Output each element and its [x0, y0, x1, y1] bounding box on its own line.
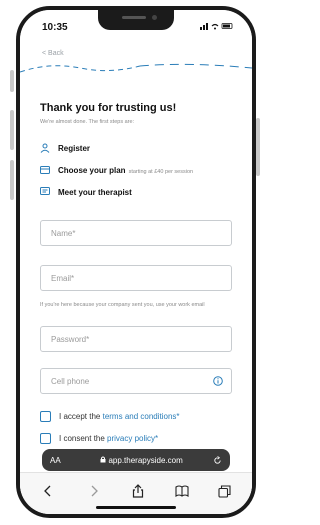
reader-text-button[interactable]: AA — [50, 456, 70, 465]
password-placeholder: Password* — [51, 334, 90, 344]
step-label: Register — [58, 143, 91, 153]
phone-volume-up — [10, 110, 14, 150]
share-icon — [132, 484, 144, 498]
phone-volume-down — [10, 160, 14, 200]
step-label: Meet your therapist — [58, 187, 132, 197]
status-time: 10:35 — [42, 22, 68, 33]
step-register: Register — [40, 143, 90, 153]
chevron-left-icon — [44, 485, 51, 497]
phone-frame: 10:35 < Back Thank you for trusting us! … — [16, 6, 256, 518]
phone-field[interactable]: Cell phone — [40, 368, 232, 394]
email-field[interactable]: Email* — [40, 265, 232, 291]
name-placeholder: Name* — [51, 228, 76, 238]
back-button[interactable] — [36, 479, 60, 503]
url-display: app.therapyside.com — [70, 456, 213, 465]
camera — [152, 15, 157, 20]
status-bar: 10:35 — [20, 10, 252, 44]
reload-icon[interactable] — [213, 455, 222, 465]
screen: 10:35 < Back Thank you for trusting us! … — [20, 10, 252, 514]
notch — [98, 10, 174, 30]
chat-icon — [40, 187, 50, 197]
browser-url-bar[interactable]: AA app.therapyside.com — [42, 449, 230, 471]
privacy-checkbox[interactable] — [40, 433, 51, 444]
book-icon — [175, 485, 189, 497]
signal-wifi-battery-icon — [200, 23, 233, 30]
terms-checkbox[interactable] — [40, 411, 51, 422]
privacy-link[interactable]: privacy policy* — [107, 434, 158, 443]
speaker — [122, 16, 146, 19]
terms-link[interactable]: terms and conditions* — [103, 412, 180, 421]
home-indicator — [96, 506, 176, 509]
forward-button[interactable] — [82, 479, 106, 503]
email-placeholder: Email* — [51, 273, 75, 283]
step-label: Choose your plan starting at £40 per sess… — [58, 165, 194, 175]
decorative-wave — [20, 63, 252, 73]
status-icons — [200, 22, 234, 32]
name-field[interactable]: Name* — [40, 220, 232, 246]
phone-side-button — [10, 70, 14, 92]
step-meet-therapist: Meet your therapist — [40, 187, 132, 197]
email-helper-text: If you're here because your company sent… — [40, 302, 205, 308]
password-field[interactable]: Password* — [40, 326, 232, 352]
lock-icon — [100, 456, 106, 462]
terms-label: I accept the terms and conditions* — [59, 412, 180, 421]
url-text: app.therapyside.com — [108, 455, 183, 465]
info-icon[interactable] — [213, 376, 223, 386]
share-button[interactable] — [126, 479, 150, 503]
bookmarks-button[interactable] — [170, 479, 194, 503]
step-choose-plan: Choose your plan starting at £40 per sess… — [40, 165, 193, 175]
chevron-right-icon — [91, 485, 98, 497]
terms-row: I accept the terms and conditions* — [40, 411, 180, 422]
tabs-icon — [217, 484, 231, 498]
phone-placeholder: Cell phone — [51, 376, 90, 386]
privacy-row: I consent the privacy policy* — [40, 433, 158, 444]
privacy-label: I consent the privacy policy* — [59, 434, 159, 443]
back-link[interactable]: < Back — [42, 50, 64, 57]
person-icon — [40, 143, 50, 153]
tabs-button[interactable] — [212, 479, 236, 503]
page-title: Thank you for trusting us! — [40, 102, 177, 114]
phone-power-button — [256, 118, 260, 176]
step-note: starting at £40 per session — [128, 168, 194, 175]
card-icon — [40, 165, 50, 175]
page-subtitle: We're almost done. The first steps are: — [40, 119, 135, 125]
